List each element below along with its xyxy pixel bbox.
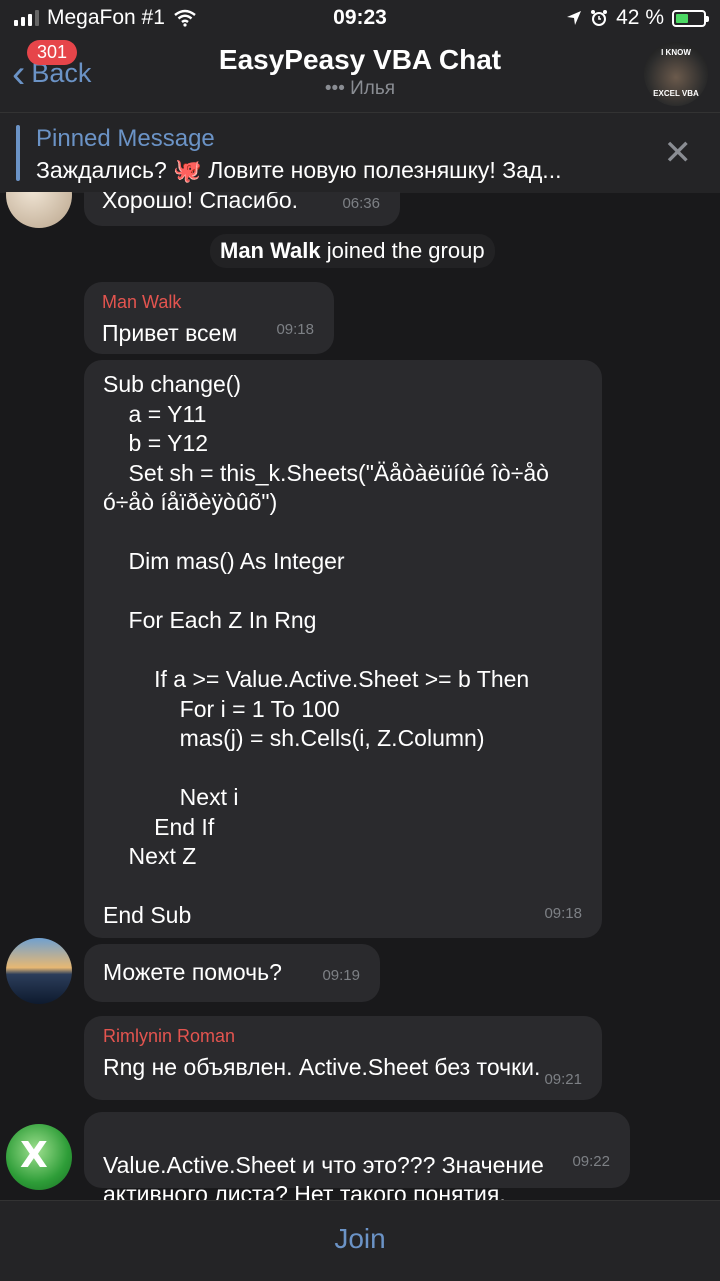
join-bar: Join <box>0 1200 720 1281</box>
avatar[interactable] <box>6 938 72 1004</box>
location-icon <box>567 11 582 25</box>
avatar-caption-top: I KNOW <box>661 48 691 57</box>
message-bubble[interactable]: Можете помочь? 09:19 <box>84 944 380 1002</box>
chat-title[interactable]: EasyPeasy VBA Chat <box>0 44 720 76</box>
message-text: Можете помочь? <box>103 959 282 985</box>
pinned-text: Заждались? 🐙 Ловите новую полезняшку! За… <box>36 157 562 183</box>
message-list[interactable]: Хорошо! Спасибо. 06:36 Man Walk joined t… <box>0 192 720 1200</box>
pinned-accent-bar <box>16 125 20 181</box>
status-right: 42 % <box>566 6 709 30</box>
service-message: Man Walk joined the group <box>210 234 495 268</box>
message-bubble[interactable]: Rimlynin Roman Rng не объявлен. Active.S… <box>84 1016 602 1100</box>
group-avatar[interactable]: I KNOW EXCEL VBA <box>644 42 708 106</box>
message-time: 09:19 <box>322 967 360 984</box>
message-time: 06:36 <box>342 195 380 212</box>
pinned-title: Pinned Message <box>36 125 215 152</box>
message-bubble[interactable]: Sub change() a = Y11 b = Y12 Set sh = th… <box>84 360 602 938</box>
sender-name[interactable]: Man Walk <box>102 288 316 317</box>
typing-status: ••• Илья <box>324 78 396 99</box>
message-text: Привет всем <box>102 320 238 346</box>
message-time: 09:18 <box>544 905 582 922</box>
pinned-message[interactable]: Pinned Message Заждались? 🐙 Ловите новую… <box>0 112 720 193</box>
message-time: 09:22 <box>572 1153 610 1170</box>
avatar[interactable] <box>6 192 72 228</box>
close-icon[interactable]: ✕ <box>664 136 693 170</box>
service-action: joined the group <box>326 238 485 263</box>
joined-user-name: Man Walk <box>220 238 321 263</box>
message-text: Хорошо! Спасибо. <box>102 192 299 213</box>
message-text: Value.Active.Sheet и что это??? Значение… <box>103 1152 544 1200</box>
message-bubble[interactable]: Value.Active.Sheet и что это??? Значение… <box>84 1112 630 1200</box>
battery-percent: 42 % <box>616 6 664 29</box>
status-bar: MegaFon #1 09:23 42 % <box>0 0 720 36</box>
battery-icon <box>672 9 709 27</box>
chat-header: ‹ Back 301 EasyPeasy VBA Chat ••• Илья I… <box>0 36 720 112</box>
message-bubble[interactable]: Man Walk Привет всем 09:18 <box>84 282 334 354</box>
excel-logo-avatar[interactable]: X <box>6 1124 72 1190</box>
message-time: 09:21 <box>544 1071 582 1088</box>
join-button[interactable]: Join <box>0 1223 720 1255</box>
message-bubble[interactable]: Хорошо! Спасибо. 06:36 <box>84 192 400 226</box>
code-text: Sub change() a = Y11 b = Y12 Set sh = th… <box>103 371 549 928</box>
message-text: Rng не объявлен. Active.Sheet без точки. <box>103 1054 541 1080</box>
message-time: 09:18 <box>276 321 314 338</box>
sender-name[interactable]: Rimlynin Roman <box>103 1022 584 1051</box>
avatar-caption-bottom: EXCEL VBA <box>653 89 699 98</box>
alarm-icon <box>591 10 608 26</box>
